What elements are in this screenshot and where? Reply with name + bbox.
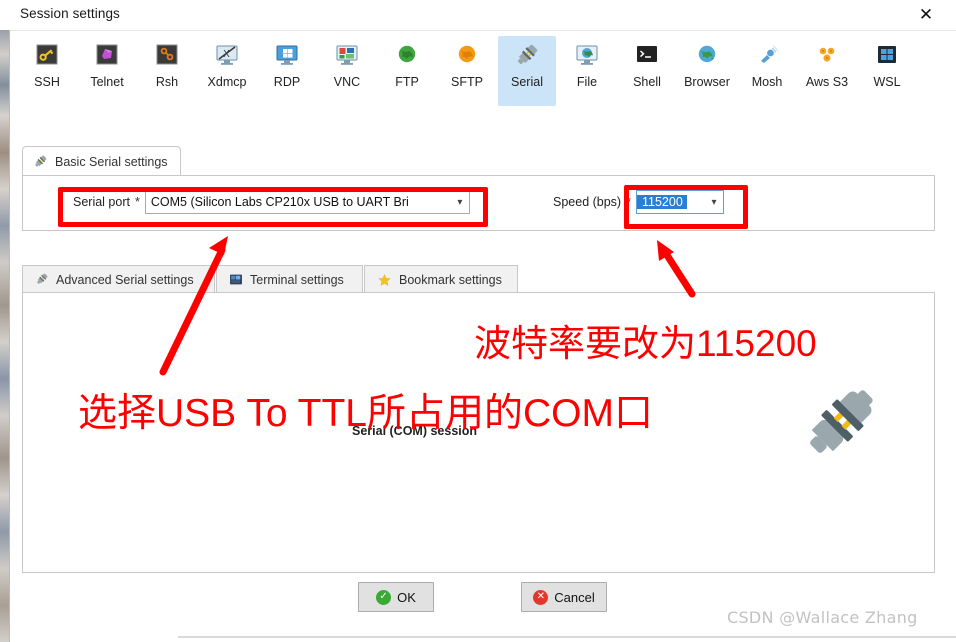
annotation-text-speed: 波特率要改为115200 <box>474 323 817 364</box>
annotation-text-serial-port: 选择USB To TTL所占用的COM口 <box>78 392 653 435</box>
session-settings-dialog: Session settings ✕ SSH Telnet Rsh X Xdmc… <box>0 0 956 642</box>
